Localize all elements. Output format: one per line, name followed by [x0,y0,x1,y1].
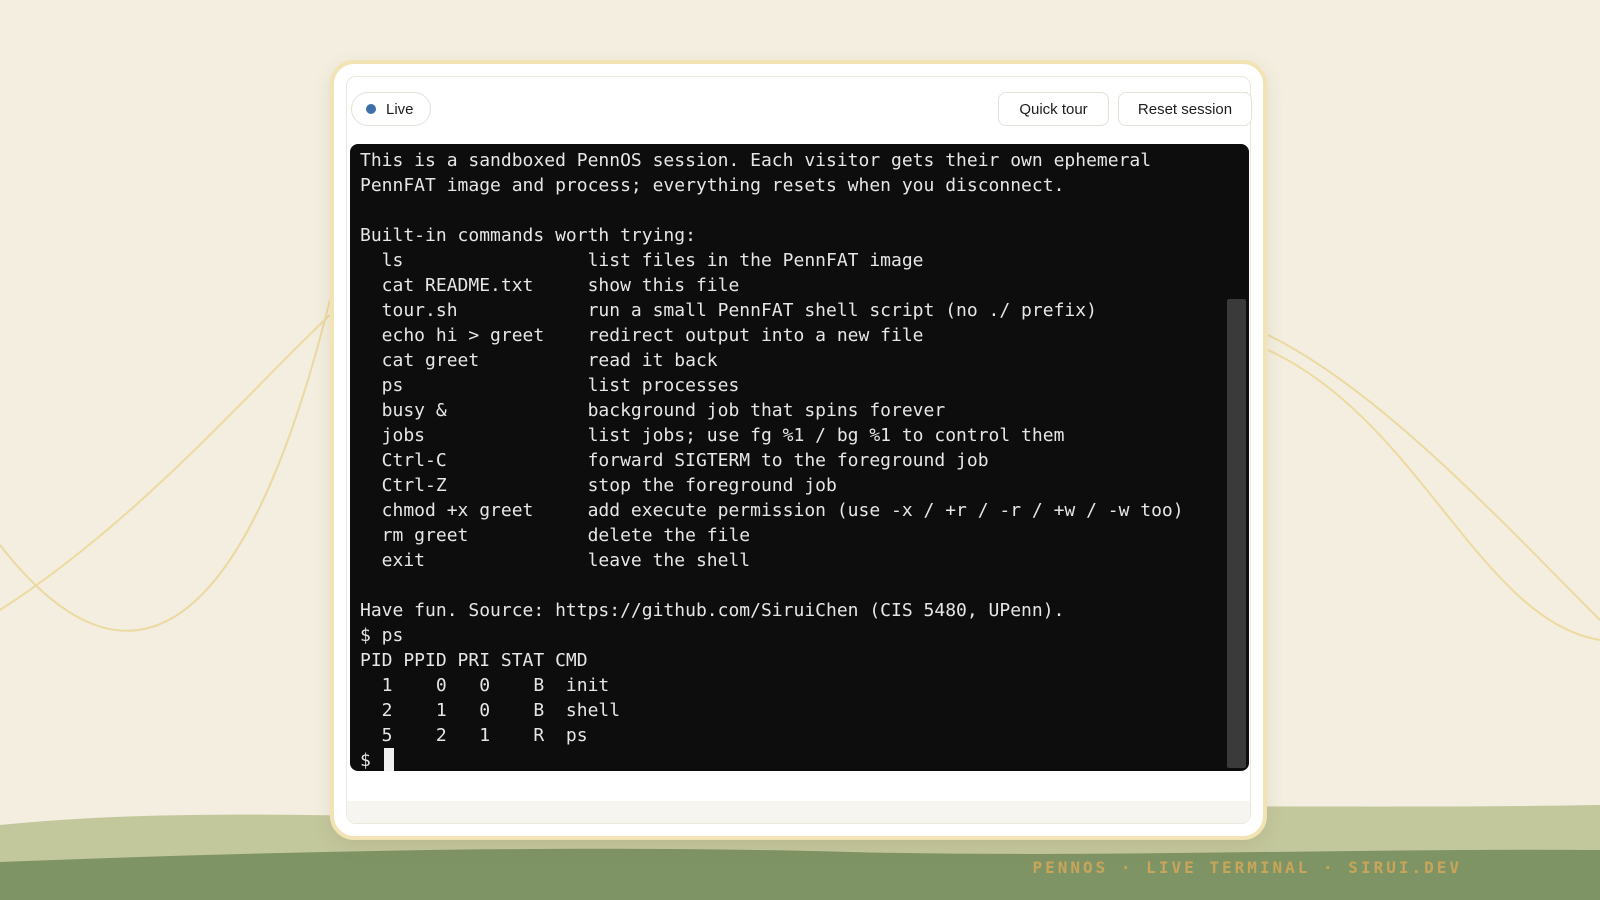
terminal-line: PennFAT image and process; everything re… [360,175,1065,196]
terminal-line: rm greet delete the file [360,525,751,546]
terminal-line: Ctrl-Z stop the foreground job [360,475,837,496]
terminal-line: chmod +x greet add execute permission (u… [360,500,1184,521]
panel-footer [347,801,1250,823]
terminal-line: 2 1 0 B shell [360,700,621,721]
terminal-output: This is a sandboxed PennOS session. Each… [360,148,1184,771]
terminal-line: exit leave the shell [360,550,751,571]
terminal-line: Built-in commands worth trying: [360,225,696,246]
terminal-prompt: $ [360,750,382,771]
live-status-badge: Live [351,92,431,126]
terminal-line: This is a sandboxed PennOS session. Each… [360,150,1152,171]
terminal-card: Live Quick tour Reset session This is a … [330,60,1267,840]
terminal-screen[interactable]: This is a sandboxed PennOS session. Each… [350,144,1249,771]
terminal-line: cat greet read it back [360,350,718,371]
terminal-line: Ctrl-C forward SIGTERM to the foreground… [360,450,989,471]
terminal-line: Have fun. Source: https://github.com/Sir… [360,600,1065,621]
terminal-line: busy & background job that spins forever [360,400,946,421]
terminal-scrollbar[interactable] [1227,299,1246,768]
terminal-line: ls list files in the PennFAT image [360,250,924,271]
toolbar: Live Quick tour Reset session [347,77,1252,139]
live-dot-icon [366,104,376,114]
site-watermark: PENNOS · LIVE TERMINAL · SIRUI.DEV [1032,858,1462,877]
terminal-line: tour.sh run a small PennFAT shell script… [360,300,1097,321]
terminal-line: jobs list jobs; use fg %1 / bg %1 to con… [360,425,1065,446]
terminal-line: 5 2 1 R ps [360,725,588,746]
terminal-line: 1 0 0 B init [360,675,610,696]
terminal-line: PID PPID PRI STAT CMD [360,650,588,671]
terminal-line: $ ps [360,625,404,646]
terminal-line: cat README.txt show this file [360,275,740,296]
terminal-cursor [383,748,394,771]
quick-tour-button[interactable]: Quick tour [998,92,1109,126]
reset-session-button[interactable]: Reset session [1118,92,1252,126]
live-status-label: Live [386,100,414,118]
terminal-line: echo hi > greet redirect output into a n… [360,325,924,346]
terminal-line: ps list processes [360,375,740,396]
terminal-prompt-line[interactable]: $ [360,748,1184,771]
terminal-panel: Live Quick tour Reset session This is a … [346,76,1252,824]
